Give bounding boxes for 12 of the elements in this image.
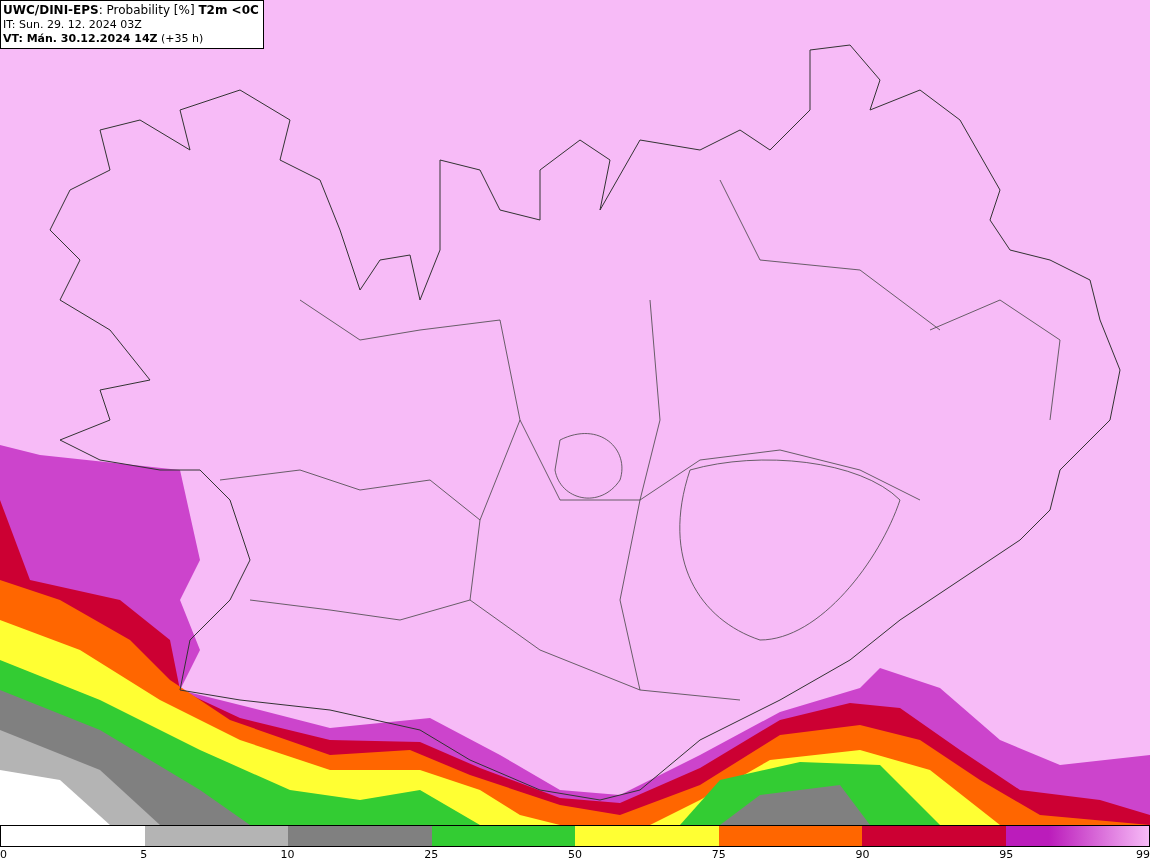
scale-tick-label: 50 [568, 848, 582, 862]
scale-tick-label: 0 [0, 848, 7, 862]
scale-tick-label: 5 [140, 848, 148, 862]
valid-time: VT: Mán. 30.12.2024 14Z (+35 h) [3, 32, 205, 46]
init-time: IT: Sun. 29. 12. 2024 03Z [3, 18, 143, 32]
scale-tick-label: 25 [424, 848, 439, 862]
scale-tick-label: 10 [280, 848, 295, 862]
map-title: UWC/DINI-EPS: Probability [%] T2m <0C [3, 3, 259, 18]
scale-tick-label: 95 [999, 848, 1014, 862]
scale-tick-label: 99 [1136, 848, 1150, 862]
scale-tick-label: 90 [855, 848, 870, 862]
scale-tick-label: 75 [711, 848, 726, 862]
